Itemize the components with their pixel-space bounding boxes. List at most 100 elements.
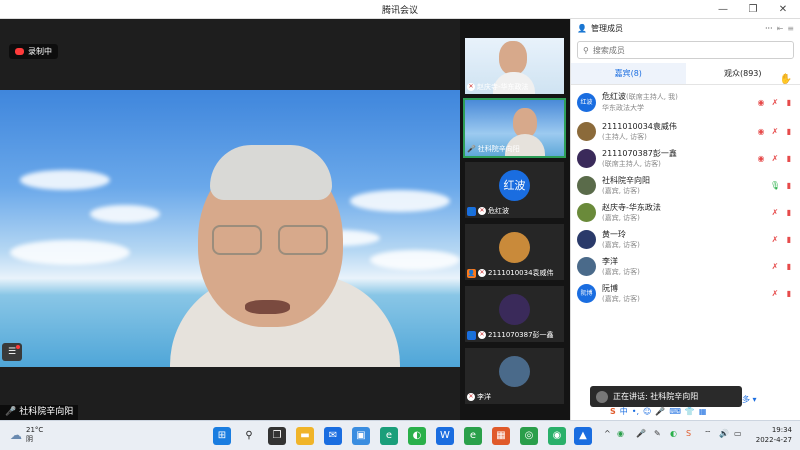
wifi-icon[interactable]: ⌔	[704, 429, 712, 439]
more-options-button[interactable]: ···	[765, 24, 773, 33]
app-icon[interactable]: ▦	[492, 427, 510, 445]
glasses-right	[278, 225, 328, 255]
title-bar: 腾讯会议 — ❐ ✕	[0, 0, 800, 19]
menu-icon[interactable]: ≡	[787, 24, 794, 33]
battery-icon[interactable]: ▭	[734, 429, 742, 438]
mic-muted-icon[interactable]: ✗	[770, 235, 780, 244]
start-icon[interactable]: ⊞	[213, 427, 231, 445]
tray-app2-icon[interactable]: ✎	[654, 429, 661, 438]
toolbox-icon[interactable]: ▦	[699, 407, 707, 416]
tencent-meeting-icon[interactable]: ▲	[574, 427, 592, 445]
wps-icon[interactable]: W	[436, 427, 454, 445]
member-role: (联席主持人, 我)	[626, 93, 678, 101]
video-off-icon[interactable]: ▮	[784, 98, 794, 107]
thumbnail-6[interactable]: ✕ 李洋	[465, 348, 564, 404]
volume-icon[interactable]: 🔊	[719, 429, 729, 438]
member-row[interactable]: 2111010034袁威伟 (主持人, 访客) ◉ ✗ ▮	[571, 118, 800, 145]
recording-badge[interactable]: 录制中	[9, 44, 58, 59]
mic-muted-icon[interactable]: ✗	[770, 127, 780, 136]
ime-mode[interactable]: 中	[620, 406, 628, 417]
member-row[interactable]: 赵庆寺-华东政法 (嘉宾, 访客) ✗ ▮	[571, 199, 800, 226]
emoji-icon[interactable]: ☺	[643, 407, 651, 416]
member-name: 赵庆寺-华东政法	[602, 202, 661, 212]
raise-hand-icon[interactable]: ✋	[780, 74, 792, 85]
window-title: 腾讯会议	[381, 6, 418, 16]
thumbnail-4[interactable]: 👤 ✕ 2111010034袁威伟	[465, 224, 564, 280]
member-row[interactable]: 黄一玲 (嘉宾, 访客) ✗ ▮	[571, 226, 800, 253]
file-explorer-icon[interactable]: ▬	[296, 427, 314, 445]
avatar	[499, 356, 530, 387]
mic-muted-icon[interactable]: ✗	[770, 98, 780, 107]
collapse-icon[interactable]: ⇤	[777, 24, 784, 33]
chevron-up-icon[interactable]: ^	[604, 429, 611, 438]
recording-label: 录制中	[28, 47, 52, 56]
avatar	[577, 149, 596, 168]
mic-active-icon[interactable]: 🎙	[770, 181, 780, 190]
host-icon: 👤	[467, 330, 476, 340]
video-off-icon[interactable]: ▮	[784, 235, 794, 244]
search-input[interactable]	[592, 45, 773, 55]
video-off-icon[interactable]: ▮	[784, 154, 794, 163]
ime-toolbar[interactable]: S 中 •, ☺ 🎤 ⌨ 👕 ▦	[610, 405, 706, 418]
member-name: 2111010034袁威伟	[602, 121, 677, 131]
keyboard-icon[interactable]: ⌨	[669, 407, 681, 416]
app3-icon[interactable]: ◉	[548, 427, 566, 445]
browser-icon[interactable]: e	[464, 427, 482, 445]
search-icon[interactable]: ⚲	[240, 427, 258, 445]
member-sub: (嘉宾, 访客)	[602, 240, 640, 249]
tray-app-icon[interactable]: ◉	[617, 429, 624, 438]
edge-icon[interactable]: e	[380, 427, 398, 445]
thumbnail-2[interactable]: 🎤 社科院辛向阳	[463, 98, 566, 158]
member-name: 李洋	[602, 256, 618, 266]
more-button[interactable]: 多 ▾	[742, 394, 757, 405]
video-off-icon[interactable]: ▮	[784, 262, 794, 271]
tray-wechat-icon[interactable]: ◐	[670, 429, 677, 438]
member-row[interactable]: 红波 危红波(联席主持人, 我) 华东政法大学 ◉ ✗ ▮	[571, 87, 800, 118]
camera-off-icon[interactable]: ◉	[756, 127, 766, 136]
main-speaker-label: 🎤 社科院辛向阳	[0, 405, 79, 420]
mic-muted-icon[interactable]: ✗	[770, 154, 780, 163]
video-off-icon[interactable]: ▮	[784, 289, 794, 298]
tray-sogou-icon[interactable]: S	[686, 429, 691, 438]
camera-off-icon[interactable]: ◉	[756, 154, 766, 163]
avatar	[577, 257, 596, 276]
video-off-icon[interactable]: ▮	[784, 181, 794, 190]
thumbnail-3[interactable]: 红波 👤 ✕ 危红波	[465, 162, 564, 218]
taskview-icon[interactable]: ❐	[268, 427, 286, 445]
speaking-toast: 正在讲话: 社科院辛向阳	[590, 386, 742, 407]
weather-widget[interactable]: ☁ 21°C 阴	[10, 426, 43, 444]
member-row[interactable]: 李洋 (嘉宾, 访客) ✗ ▮	[571, 253, 800, 280]
tray-mic-icon[interactable]: 🎤	[636, 429, 646, 438]
mic-muted-icon: ✕	[478, 331, 486, 339]
member-row[interactable]: 社科院辛向阳 (嘉宾, 访客) 🎙 ▮	[571, 172, 800, 199]
mic-muted-icon[interactable]: ✗	[770, 208, 780, 217]
member-search[interactable]: ⚲	[577, 41, 794, 59]
video-off-icon[interactable]: ▮	[784, 208, 794, 217]
tools-icon[interactable]: ☰	[2, 343, 22, 361]
mail-icon[interactable]: ✉	[324, 427, 342, 445]
member-row[interactable]: 阮博 阮博 (嘉宾, 访客) ✗ ▮	[571, 280, 800, 307]
thumbnail-1[interactable]: ✕ 赵庆寺-华东政法	[465, 38, 564, 94]
skin-icon[interactable]: 👕	[685, 407, 695, 416]
voice-input-icon[interactable]: 🎤	[655, 407, 665, 416]
tab-guests[interactable]: 嘉宾(8)	[571, 63, 686, 84]
punctuation-icon[interactable]: •,	[632, 407, 639, 416]
minimize-icon[interactable]: —	[712, 0, 734, 19]
camera-off-icon[interactable]: ◉	[756, 98, 766, 107]
member-sub: (主持人, 访客)	[602, 132, 647, 141]
close-icon[interactable]: ✕	[772, 0, 794, 19]
thumbnail-label: 👤 ✕ 2111070387彭一鑫	[467, 330, 554, 340]
app2-icon[interactable]: ◎	[520, 427, 538, 445]
mic-muted-icon: ✕	[467, 393, 475, 401]
restore-icon[interactable]: ❐	[742, 0, 764, 19]
mic-muted-icon[interactable]: ✗	[770, 262, 780, 271]
wechat-icon[interactable]: ◐	[408, 427, 426, 445]
video-off-icon[interactable]: ▮	[784, 127, 794, 136]
member-row[interactable]: 2111070387彭一鑫 (联席主持人, 访客) ◉ ✗ ▮	[571, 145, 800, 172]
mic-muted-icon[interactable]: ✗	[770, 289, 780, 298]
store-icon[interactable]: ▣	[352, 427, 370, 445]
clock[interactable]: 19:34 2022-4-27	[750, 425, 792, 445]
thumbnail-5[interactable]: 👤 ✕ 2111070387彭一鑫	[465, 286, 564, 342]
main-video-area[interactable]: 录制中 ☰ 🎤 社科院辛向阳	[0, 19, 460, 420]
thumbnail-column: ✕ 赵庆寺-华东政法 🎤 社科院辛向阳 红波 👤 ✕ 危红波 👤 ✕ 21110…	[460, 19, 570, 420]
